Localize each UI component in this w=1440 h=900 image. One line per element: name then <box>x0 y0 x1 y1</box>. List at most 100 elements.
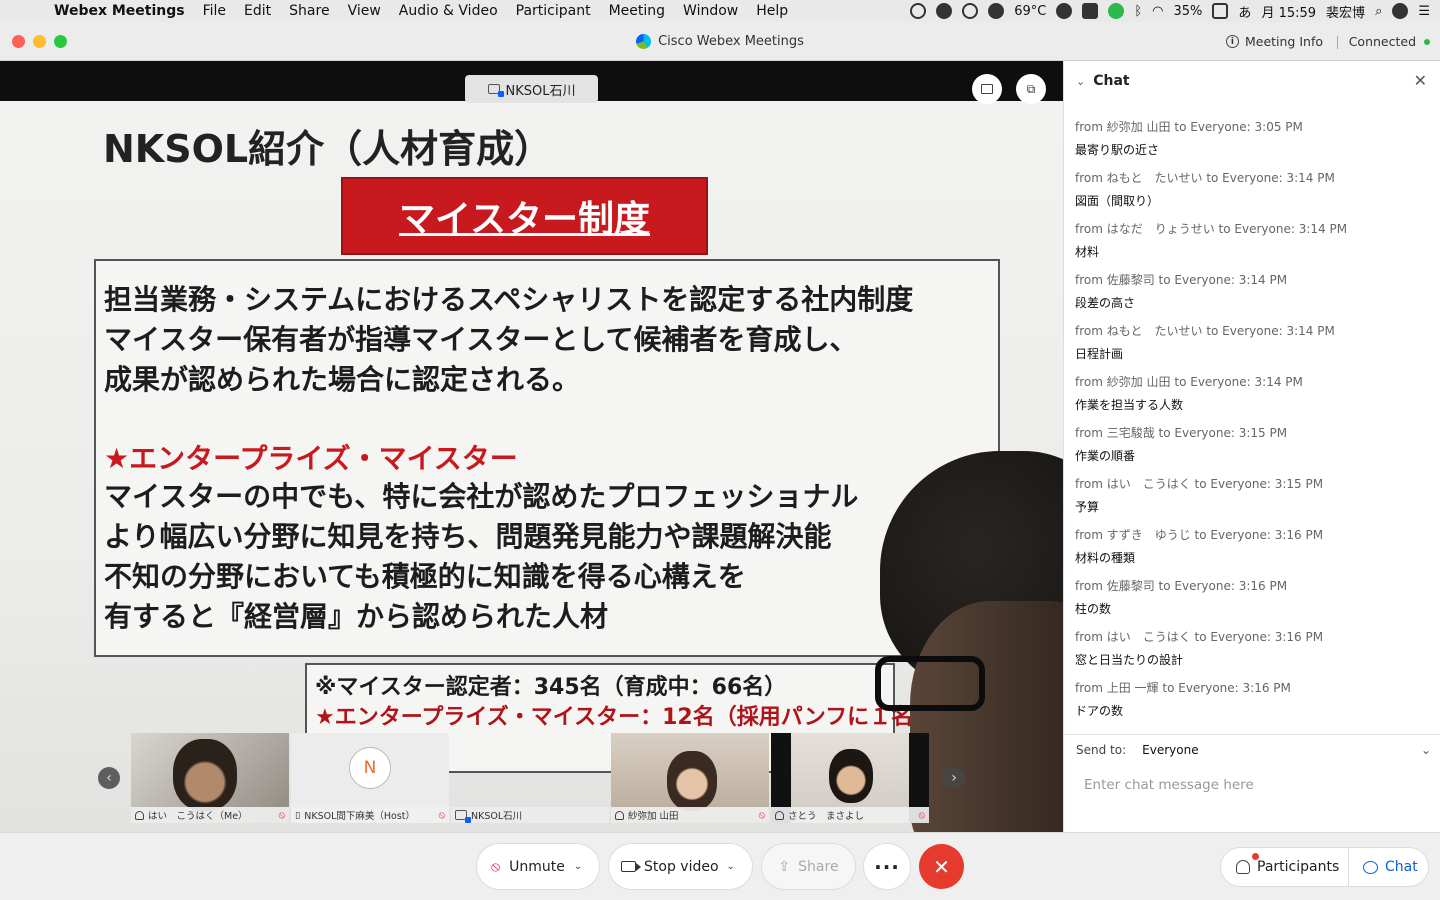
participant-video-tile[interactable]: NKSOL石川 <box>451 733 609 823</box>
slide-banner: マイスター制度 <box>343 179 706 253</box>
participants-button[interactable]: Participants <box>1221 848 1348 886</box>
participant-name: NKSOL石川 <box>471 811 523 822</box>
bluetooth-icon[interactable]: ᛒ <box>1134 4 1142 19</box>
shared-content-stage[interactable]: NKSOL石川 ⧉ NKSOL紹介（人材育成） マイスター制度 担当業務・システ… <box>0 61 1063 832</box>
slide-line: マイスターの中でも、特に会社が認めたプロフェッショナル <box>104 480 859 513</box>
inbox-icon[interactable] <box>1082 3 1099 19</box>
chat-message-meta: from ねもと たいせい to Everyone: 3:14 PM <box>1075 324 1335 338</box>
phone-icon: ▯ <box>295 809 301 821</box>
menu-edit[interactable]: Edit <box>244 3 271 19</box>
chat-message-text: 予算 <box>1075 500 1100 514</box>
menubar-user[interactable]: 裴宏博 <box>1326 2 1365 21</box>
more-icon: ··· <box>874 854 900 879</box>
chat-message-text: 柱の数 <box>1075 602 1112 616</box>
participant-name: 紗弥加 山田 <box>628 811 679 822</box>
muted-mic-icon: ⦸ <box>758 809 765 821</box>
video-options-chevron-icon[interactable]: ⌄ <box>727 861 735 872</box>
menu-share[interactable]: Share <box>289 3 329 19</box>
siri-icon[interactable] <box>1392 3 1409 19</box>
window-title-text: Cisco Webex Meetings <box>658 34 804 49</box>
menu-participant[interactable]: Participant <box>516 3 591 19</box>
chat-title: Chat <box>1093 73 1130 89</box>
chat-message: from はい こうはく to Everyone: 3:16 PM 窓と日当たり… <box>1075 628 1430 679</box>
more-options-button[interactable]: ··· <box>864 844 910 889</box>
chevron-down-icon[interactable]: ⌄ <box>1076 75 1085 88</box>
chat-message-meta: from 佐藤黎司 to Everyone: 3:14 PM <box>1075 273 1288 287</box>
slide-line: 不知の分野においても積極的に知識を得る心構えを <box>104 560 746 593</box>
chat-message-meta: from ねもと たいせい to Everyone: 3:14 PM <box>1075 171 1335 185</box>
close-chat-icon[interactable]: ✕ <box>1414 71 1427 90</box>
chat-header[interactable]: ⌄ Chat ✕ <box>1064 61 1440 101</box>
notification-center-icon[interactable]: ☰ <box>1418 4 1430 19</box>
filmstrip-prev-button[interactable]: ‹ <box>98 767 120 789</box>
participant-avatar: N <box>349 747 391 789</box>
meeting-controls-bar: ⦸ Unmute ⌄ Stop video ⌄ ⇪ Share ··· ✕ Pa… <box>0 832 1440 900</box>
chat-message-text: 段差の高さ <box>1075 296 1136 310</box>
participant-video-tile[interactable]: N ▯ NKSOL間下麻美（Host） ⦸ <box>291 733 449 823</box>
participant-label: NKSOL石川 <box>451 807 609 823</box>
chevron-right-icon: › <box>951 770 957 786</box>
chat-message-text: 作業を担当する人数 <box>1075 398 1184 412</box>
chevron-down-icon[interactable]: ⌄ <box>1421 743 1431 757</box>
menu-meeting[interactable]: Meeting <box>609 3 665 19</box>
globe-icon[interactable] <box>962 3 979 19</box>
cloud-icon[interactable] <box>936 3 953 19</box>
chat-message-list[interactable]: from 紗弥加 山田 to Everyone: 3:05 PM 最寄り駅の近さ… <box>1075 118 1430 730</box>
evernote-icon[interactable] <box>1108 3 1125 19</box>
layout-toggle-button[interactable] <box>972 74 1002 104</box>
wifi-icon[interactable]: ◠ <box>1152 4 1163 19</box>
chat-message-input[interactable] <box>1084 773 1424 797</box>
bell-icon[interactable] <box>988 3 1005 19</box>
participant-video-tile[interactable]: 紗弥加 山田 ⦸ <box>611 733 769 823</box>
notification-badge <box>1252 853 1259 860</box>
shield-icon[interactable] <box>1056 3 1073 19</box>
menu-app-name[interactable]: Webex Meetings <box>54 3 185 19</box>
sync-icon[interactable] <box>910 3 927 19</box>
share-button[interactable]: ⇪ Share <box>762 844 855 889</box>
chat-message: from 紗弥加 山田 to Everyone: 3:14 PM 作業を担当する… <box>1075 373 1430 424</box>
temperature-readout[interactable]: 69°C <box>1014 4 1046 19</box>
menu-window[interactable]: Window <box>683 3 738 19</box>
chat-message: from はい こうはく to Everyone: 3:15 PM 予算 <box>1075 475 1430 526</box>
end-meeting-button[interactable]: ✕ <box>919 844 964 889</box>
chat-message-text: 日程計画 <box>1075 347 1124 361</box>
chat-message-meta: from すずき ゆうじ to Everyone: 3:16 PM <box>1075 528 1324 542</box>
slide-line: 有すると『経営層』から認められた人材 <box>104 600 609 633</box>
meeting-info-button[interactable]: i Meeting Info <box>1225 34 1323 49</box>
battery-percent[interactable]: 35% <box>1174 4 1203 19</box>
chat-message-text: 材料の種類 <box>1075 551 1136 565</box>
popout-window-button[interactable]: ⧉ <box>1016 74 1046 104</box>
menu-help[interactable]: Help <box>756 3 788 19</box>
filmstrip-next-button[interactable]: › <box>943 767 965 789</box>
spotlight-search-icon[interactable]: ⌕ <box>1375 4 1382 19</box>
menubar-clock[interactable]: 月 15:59 <box>1261 2 1316 21</box>
input-method-indicator[interactable]: あ <box>1238 2 1251 21</box>
chat-button-label: Chat <box>1385 859 1418 875</box>
battery-icon[interactable] <box>1212 3 1229 19</box>
menu-view[interactable]: View <box>348 3 381 19</box>
audio-options-chevron-icon[interactable]: ⌄ <box>574 861 582 872</box>
chat-message-text: 窓と日当たりの設計 <box>1075 653 1184 667</box>
menu-file[interactable]: File <box>203 3 226 19</box>
chat-message-text: 作業の順番 <box>1075 449 1136 463</box>
participant-video-tile[interactable]: はい こうはく（Me） ⦸ <box>131 733 289 823</box>
chat-message-text: 図面（間取り） <box>1075 194 1160 208</box>
slide-note: ★エンタープライズ・マイスター：12名（採用パンフに１名 <box>315 705 914 730</box>
participant-label: 紗弥加 山田 ⦸ <box>611 807 769 823</box>
webex-logo-icon <box>636 34 652 49</box>
stop-video-button[interactable]: Stop video ⌄ <box>609 844 752 889</box>
slide-line: マイスター保有者が指導マイスターとして候補者を育成し、 <box>104 323 858 356</box>
send-to-selector[interactable]: Send to: Everyone ⌄ <box>1064 734 1440 765</box>
window-titlebar: Cisco Webex Meetings i Meeting Info Conn… <box>0 22 1440 61</box>
menu-audio-video[interactable]: Audio & Video <box>399 3 498 19</box>
camera-icon <box>621 861 641 872</box>
participant-video-tile[interactable]: さとう まさよし ⦸ <box>771 733 929 823</box>
unmute-button[interactable]: ⦸ Unmute ⌄ <box>477 844 599 889</box>
sharer-name-tag[interactable]: NKSOL石川 <box>465 75 598 103</box>
chat-message-meta: from 三宅駿哉 to Everyone: 3:15 PM <box>1075 426 1288 440</box>
headset-icon <box>135 810 144 820</box>
chat-message: from 三宅駿哉 to Everyone: 3:15 PM 作業の順番 <box>1075 424 1430 475</box>
participant-label: さとう まさよし ⦸ <box>771 807 929 823</box>
chat-button[interactable]: Chat <box>1349 859 1418 875</box>
chevron-left-icon: ‹ <box>106 770 112 786</box>
